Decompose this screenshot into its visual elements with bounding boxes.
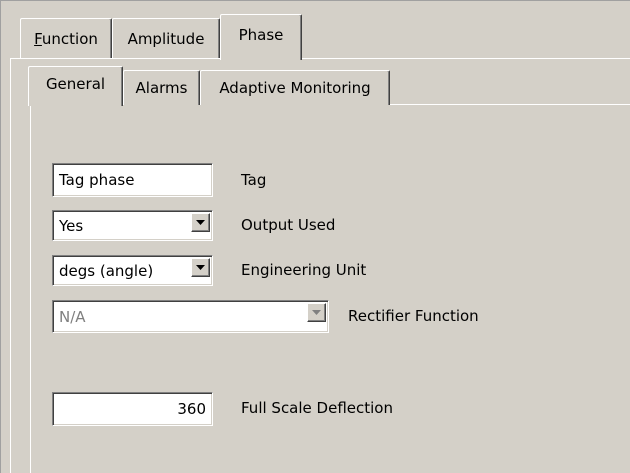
- rectifier-function-value: N/A: [59, 307, 86, 326]
- tab-amplitude[interactable]: Amplitude: [112, 18, 220, 58]
- chevron-down-icon: [196, 265, 205, 270]
- output-used-value: Yes: [59, 216, 84, 235]
- tab-general[interactable]: General: [28, 66, 123, 106]
- tag-input[interactable]: Tag phase: [52, 163, 213, 197]
- full-scale-deflection-label: Full Scale Deflection: [241, 399, 393, 417]
- output-used-label: Output Used: [241, 216, 336, 234]
- engineering-unit-value: degs (angle): [59, 261, 154, 280]
- tab-phase-label: Phase: [238, 25, 284, 44]
- chevron-down-icon: [196, 220, 205, 225]
- tab-adaptive-monitoring-label: Adaptive Monitoring: [219, 79, 371, 97]
- rectifier-function-dropdown-button: [307, 303, 326, 322]
- engineering-unit-select[interactable]: degs (angle): [52, 255, 213, 286]
- tab-function-label: Function: [34, 30, 98, 48]
- full-scale-deflection-value: 360: [177, 400, 206, 418]
- tab-function-mnemonic: F: [34, 29, 42, 48]
- engineering-unit-label: Engineering Unit: [241, 261, 367, 279]
- tag-input-value: Tag phase: [59, 171, 135, 189]
- rectifier-function-label: Rectifier Function: [348, 307, 479, 325]
- tab-phase[interactable]: Phase: [220, 14, 302, 60]
- tab-amplitude-label: Amplitude: [127, 29, 205, 48]
- output-used-select[interactable]: Yes: [52, 210, 213, 241]
- chevron-down-icon: [312, 310, 321, 315]
- tab-function[interactable]: Function: [20, 18, 112, 58]
- tab-function-label-rest: unction: [41, 29, 98, 48]
- tab-general-label: General: [45, 74, 106, 93]
- output-used-dropdown-button[interactable]: [191, 213, 210, 232]
- rectifier-function-select: N/A: [52, 300, 329, 333]
- tab-adaptive-monitoring[interactable]: Adaptive Monitoring: [200, 70, 390, 105]
- engineering-unit-dropdown-button[interactable]: [191, 258, 210, 277]
- tab-alarms-label: Alarms: [135, 79, 188, 97]
- tag-label: Tag: [241, 171, 267, 189]
- tab-alarms[interactable]: Alarms: [123, 70, 200, 105]
- full-scale-deflection-input[interactable]: 360: [52, 392, 213, 426]
